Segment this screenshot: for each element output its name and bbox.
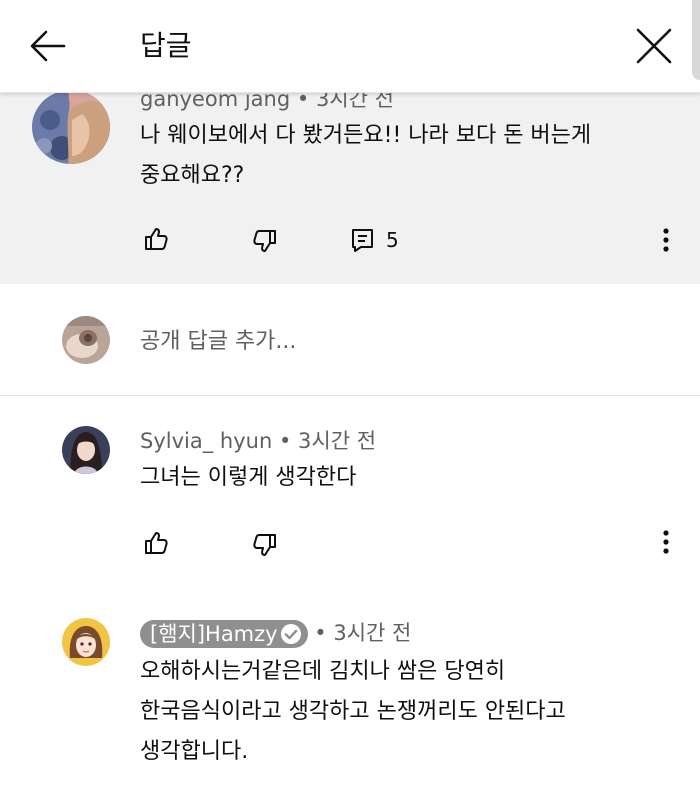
author-name: [햄지]Hamzy bbox=[150, 622, 278, 646]
thumbs-down-icon bbox=[253, 534, 276, 556]
divider bbox=[0, 395, 700, 396]
thumbs-down-icon bbox=[253, 230, 276, 252]
avatar bbox=[62, 316, 110, 364]
reply-button[interactable] bbox=[350, 227, 376, 257]
comment-text-line: 오해하시는거같은데 김치나 쌈은 당연히 bbox=[140, 659, 506, 684]
more-options-button[interactable] bbox=[656, 226, 676, 254]
comment-icon bbox=[352, 229, 373, 252]
thumbs-up-icon bbox=[145, 532, 168, 554]
comment-text: 오해하시는거같은데 김치나 쌈은 당연히 한국음식이라고 생각하고 논쟁꺼리도 … bbox=[140, 652, 566, 772]
comment-meta: Sylvia_ hyun • 3시간 전 bbox=[140, 428, 376, 454]
verified-check-icon bbox=[280, 624, 301, 644]
avatar[interactable] bbox=[62, 618, 110, 666]
comment-text: 그녀는 이렇게 생각한다 bbox=[140, 465, 357, 490]
close-icon bbox=[636, 28, 672, 64]
meta-separator: • bbox=[278, 429, 292, 453]
top-bar: 답글 bbox=[0, 0, 700, 93]
comment-time: 3시간 전 bbox=[298, 429, 377, 453]
like-button[interactable] bbox=[143, 226, 169, 256]
arrow-back-icon bbox=[30, 30, 66, 62]
comment-text-line: 중요해요?? bbox=[140, 163, 245, 188]
back-button[interactable] bbox=[26, 26, 70, 66]
dislike-button[interactable] bbox=[252, 228, 278, 258]
more-options-button[interactable] bbox=[656, 528, 676, 556]
reply-count: 5 bbox=[386, 228, 399, 252]
more-vert-icon bbox=[663, 530, 669, 554]
dislike-button[interactable] bbox=[252, 532, 278, 562]
comment-text-line: 나 웨이보에서 다 봤거든요!! 나라 보다 돈 버는게 bbox=[140, 123, 592, 148]
comment-text-line: 한국음식이라고 생각하고 논쟁꺼리도 안된다고 bbox=[140, 699, 566, 724]
meta-separator: • bbox=[314, 621, 327, 645]
comment-meta: [햄지]Hamzy • 3시간 전 bbox=[140, 620, 411, 648]
avatar[interactable] bbox=[32, 90, 110, 164]
like-button[interactable] bbox=[143, 530, 169, 560]
scroll-edge bbox=[692, 0, 700, 80]
avatar[interactable] bbox=[62, 426, 110, 474]
thumbs-up-icon bbox=[145, 228, 168, 250]
comment-time: 3시간 전 bbox=[333, 621, 412, 645]
close-button[interactable] bbox=[632, 24, 676, 68]
more-vert-icon bbox=[663, 228, 669, 252]
author-name[interactable]: Sylvia_ hyun bbox=[140, 429, 272, 453]
parent-comment: ganyeom jang • 3시간 전 나 웨이보에서 다 봤거든요!! 나라… bbox=[0, 87, 700, 284]
comment-text: 나 웨이보에서 다 봤거든요!! 나라 보다 돈 버는게 중요해요?? bbox=[140, 116, 591, 196]
add-reply-input[interactable]: 공개 답글 추가... bbox=[140, 326, 296, 358]
page-title: 답글 bbox=[140, 29, 192, 62]
comment-text-line: 생각합니다. bbox=[140, 739, 249, 764]
creator-badge[interactable]: [햄지]Hamzy bbox=[140, 620, 308, 648]
